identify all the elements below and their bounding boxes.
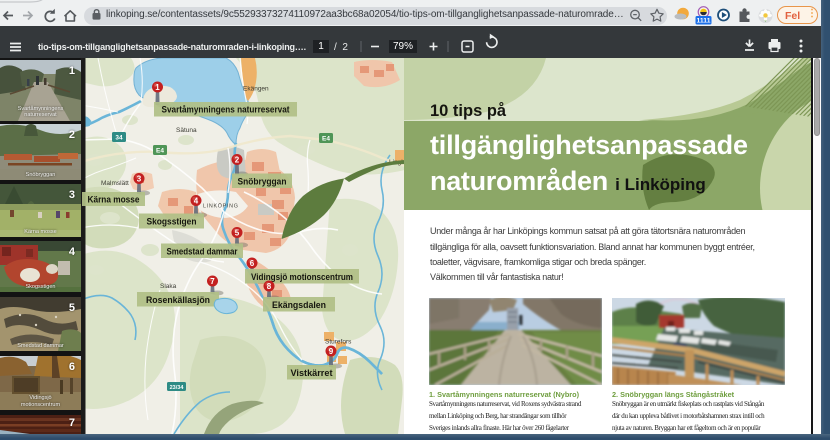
svg-text:Snöbryggan: Snöbryggan [238,177,287,187]
svg-text:2: 2 [235,155,240,164]
svg-text:6: 6 [250,259,255,268]
svg-text:Ekängen: Ekängen [243,86,269,93]
svg-text:9: 9 [329,347,334,356]
svg-text:E4: E4 [156,148,164,155]
svg-text:Malmslätt: Malmslätt [101,180,129,187]
svg-text:8: 8 [267,282,272,291]
svg-text:Vidingsjö motionscentrum: Vidingsjö motionscentrum [251,272,353,282]
svg-text:Skogsstigen: Skogsstigen [147,217,197,227]
svg-text:Ekängsdalen: Ekängsdalen [272,300,326,310]
svg-text:23/34: 23/34 [170,385,185,391]
svg-text:3: 3 [137,174,142,183]
svg-text:Kärna mosse: Kärna mosse [88,195,140,205]
svg-text:34: 34 [115,135,123,142]
svg-text:5: 5 [235,228,240,237]
svg-text:Svartåmynningens naturreservat: Svartåmynningens naturreservat [162,105,290,115]
svg-text:Vistkärret: Vistkärret [291,368,333,378]
svg-text:Slaka: Slaka [160,283,177,290]
svg-text:4: 4 [194,196,199,205]
svg-text:7: 7 [210,277,215,286]
svg-text:LINKÖPING: LINKÖPING [203,203,239,210]
svg-text:E4: E4 [322,136,330,143]
svg-text:1111: 1111 [697,18,711,25]
svg-text:1: 1 [155,83,160,92]
svg-text:Sätuna: Sätuna [176,127,197,134]
svg-text:Sturefors: Sturefors [325,339,352,346]
svg-text:Smedstad dammar: Smedstad dammar [167,247,238,257]
svg-text:Rosenkällasjön: Rosenkällasjön [146,295,210,305]
